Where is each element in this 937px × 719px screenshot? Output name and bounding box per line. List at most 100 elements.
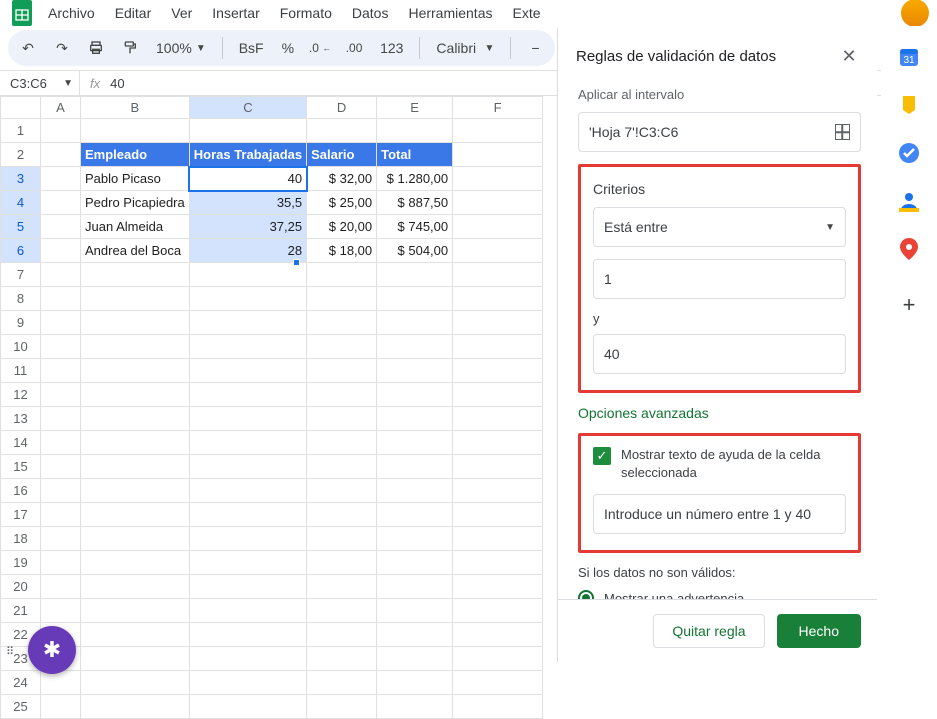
print-button[interactable] — [82, 34, 110, 62]
cell[interactable]: $ 18,00 — [307, 239, 377, 263]
done-button[interactable]: Hecho — [777, 614, 861, 648]
radio-checked-icon — [578, 590, 594, 599]
row-head[interactable]: 15 — [1, 455, 41, 479]
row-head[interactable]: 14 — [1, 431, 41, 455]
header-salario[interactable]: Salario — [307, 143, 377, 167]
maps-icon[interactable] — [898, 238, 920, 260]
contacts-icon[interactable] — [898, 190, 920, 212]
add-on-plus-icon[interactable]: + — [903, 292, 916, 318]
menu-insertar[interactable]: Insertar — [204, 1, 267, 25]
row-head[interactable]: 7 — [1, 263, 41, 287]
cell-selected[interactable]: 35,5 — [189, 191, 306, 215]
row-head[interactable]: 16 — [1, 479, 41, 503]
help-text-input[interactable] — [604, 506, 835, 522]
cell[interactable]: Pablo Picaso — [81, 167, 190, 191]
advanced-options-toggle[interactable]: Opciones avanzadas — [578, 405, 861, 421]
col-head-E[interactable]: E — [377, 97, 453, 119]
row-head[interactable]: 25 — [1, 695, 41, 719]
menu-extensiones[interactable]: Exte — [504, 1, 548, 25]
side-rail: 31 + — [881, 26, 937, 662]
range-input[interactable] — [589, 124, 835, 140]
row-head[interactable]: 19 — [1, 551, 41, 575]
criteria-max-field[interactable] — [593, 334, 846, 374]
format-percent-button[interactable]: % — [276, 40, 300, 56]
close-icon[interactable]: ✕ — [837, 46, 861, 67]
criteria-min-input[interactable] — [604, 271, 835, 287]
row-head[interactable]: 12 — [1, 383, 41, 407]
font-select[interactable]: Calibri▼ — [430, 40, 500, 56]
row-head[interactable]: 6 — [1, 239, 41, 263]
redo-button[interactable]: ↷ — [48, 34, 76, 62]
row-head[interactable]: 1 — [1, 119, 41, 143]
cell[interactable]: Juan Almeida — [81, 215, 190, 239]
calendar-icon[interactable]: 31 — [898, 46, 920, 68]
col-head-F[interactable]: F — [453, 97, 543, 119]
header-total[interactable]: Total — [377, 143, 453, 167]
zoom-select[interactable]: 100%▼ — [150, 40, 212, 56]
row-head[interactable]: 24 — [1, 671, 41, 695]
paint-format-button[interactable] — [116, 34, 144, 62]
row-head[interactable]: 17 — [1, 503, 41, 527]
row-head[interactable]: 3 — [1, 167, 41, 191]
row-head[interactable]: 8 — [1, 287, 41, 311]
decrease-decimal-button[interactable]: .0 ← — [306, 34, 334, 62]
name-box[interactable]: C3:C6▼ — [0, 71, 80, 95]
cell[interactable]: $ 20,00 — [307, 215, 377, 239]
cell[interactable]: $ 504,00 — [377, 239, 453, 263]
menu-formato[interactable]: Formato — [272, 1, 340, 25]
header-empleado[interactable]: Empleado — [81, 143, 190, 167]
row-head[interactable]: 11 — [1, 359, 41, 383]
menu-herramientas[interactable]: Herramientas — [400, 1, 500, 25]
col-head-D[interactable]: D — [307, 97, 377, 119]
tasks-icon[interactable] — [898, 142, 920, 164]
menu-ver[interactable]: Ver — [163, 1, 200, 25]
row-head[interactable]: 21 — [1, 599, 41, 623]
format-123-button[interactable]: 123 — [374, 40, 409, 56]
menu-editar[interactable]: Editar — [107, 1, 160, 25]
row-head[interactable]: 5 — [1, 215, 41, 239]
criteria-min-field[interactable] — [593, 259, 846, 299]
criteria-select[interactable]: Está entre ▼ — [593, 207, 846, 247]
col-head-B[interactable]: B — [81, 97, 190, 119]
keep-icon[interactable] — [898, 94, 920, 116]
avatar[interactable] — [901, 0, 929, 27]
select-range-icon[interactable] — [835, 124, 850, 140]
row-head[interactable]: 4 — [1, 191, 41, 215]
format-currency-button[interactable]: BsF — [233, 40, 270, 56]
row-head[interactable]: 10 — [1, 335, 41, 359]
col-head-A[interactable]: A — [41, 97, 81, 119]
undo-button[interactable]: ↶ — [14, 34, 42, 62]
header-horas[interactable]: Horas Trabajadas — [189, 143, 306, 167]
cell[interactable]: Andrea del Boca — [81, 239, 190, 263]
sheets-logo — [8, 0, 36, 27]
cell[interactable]: $ 745,00 — [377, 215, 453, 239]
row-head[interactable]: 20 — [1, 575, 41, 599]
cell-active[interactable]: 40 — [189, 167, 306, 191]
explore-fab[interactable]: ✱ — [28, 626, 76, 674]
increase-decimal-button[interactable]: .00 — [340, 34, 368, 62]
formula-input[interactable]: 40 — [110, 76, 124, 91]
cell[interactable]: $ 887,50 — [377, 191, 453, 215]
criteria-max-input[interactable] — [604, 346, 835, 362]
cell[interactable]: $ 1.280,00 — [377, 167, 453, 191]
cell[interactable]: $ 25,00 — [307, 191, 377, 215]
show-help-checkbox[interactable]: ✓ — [593, 447, 611, 465]
selection-handle[interactable] — [293, 259, 300, 266]
menu-archivo[interactable]: Archivo — [40, 1, 103, 25]
row-head[interactable]: 18 — [1, 527, 41, 551]
cell[interactable]: Pedro Picapiedra — [81, 191, 190, 215]
data-validation-panel: Reglas de validación de datos ✕ Aplicar … — [557, 28, 877, 662]
row-head[interactable]: 2 — [1, 143, 41, 167]
col-head-C[interactable]: C — [189, 97, 306, 119]
help-text-field[interactable] — [593, 494, 846, 534]
cell[interactable]: $ 32,00 — [307, 167, 377, 191]
menu-datos[interactable]: Datos — [344, 1, 397, 25]
row-head[interactable]: 13 — [1, 407, 41, 431]
row-head[interactable]: 9 — [1, 311, 41, 335]
cell-selected[interactable]: 28 — [189, 239, 306, 263]
invalid-warn-option[interactable]: Mostrar una advertencia — [578, 590, 861, 599]
remove-rule-button[interactable]: Quitar regla — [653, 614, 764, 648]
cell-selected[interactable]: 37,25 — [189, 215, 306, 239]
font-size-decrease[interactable]: − — [521, 34, 549, 62]
range-field[interactable] — [578, 112, 861, 152]
